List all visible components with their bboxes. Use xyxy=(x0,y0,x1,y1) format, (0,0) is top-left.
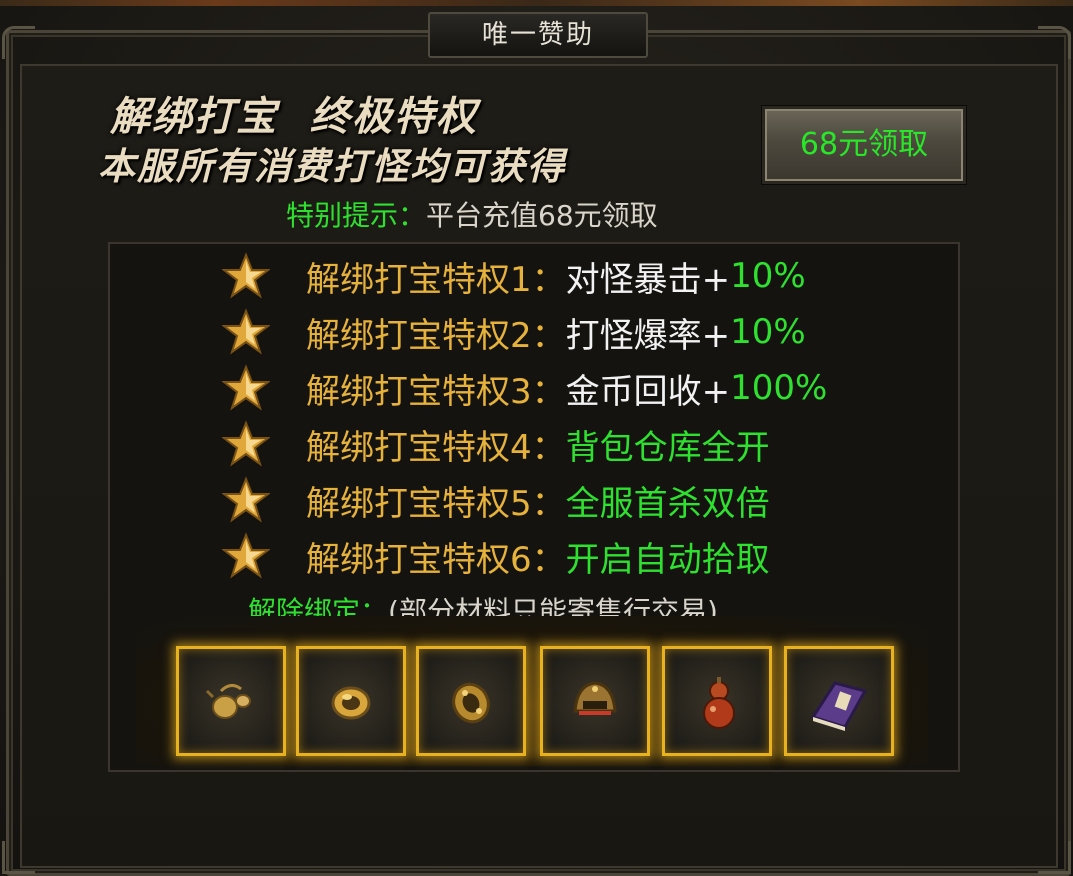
privilege-row: 解绑打宝特权1：对怪暴击+ 10% xyxy=(222,248,806,304)
star-icon xyxy=(222,364,270,411)
item-slot-gourd-charm[interactable] xyxy=(176,646,286,756)
privilege-colon: ： xyxy=(531,483,566,524)
star-icon xyxy=(222,420,270,467)
privilege-desc: 打怪爆率+ xyxy=(565,315,731,356)
privilege-desc: 对怪暴击+ xyxy=(565,259,731,300)
item-slot-gold-bracelet[interactable] xyxy=(416,646,526,756)
privilege-row: 解绑打宝特权3：金币回收+ 100% xyxy=(222,360,827,416)
corner-ornament xyxy=(2,26,35,59)
privilege-value: 背包仓库全开 xyxy=(565,427,770,468)
star-icon xyxy=(222,308,270,355)
star-icon xyxy=(222,252,270,299)
privilege-colon: ： xyxy=(531,315,566,356)
item-slot-red-gourd[interactable] xyxy=(662,646,772,756)
privilege-colon: ： xyxy=(531,539,566,580)
gold-bracelet-icon xyxy=(452,682,490,724)
window-title: 唯一赞助 xyxy=(428,12,648,58)
star-icon xyxy=(222,476,270,523)
privilege-label: 解绑打宝特权4 xyxy=(306,427,532,468)
privilege-row: 解绑打宝特权4：背包仓库全开 xyxy=(222,416,770,472)
tip-value: 平台充值68元领取 xyxy=(426,199,658,232)
special-tip: 特别提示：平台充值68元领取 xyxy=(286,194,658,234)
privilege-value: 10% xyxy=(730,256,806,296)
corner-ornament xyxy=(1038,26,1071,59)
banner-subline: 本服所有消费打怪均可获得 xyxy=(98,145,566,188)
star-icon xyxy=(222,532,270,579)
privilege-row: 解绑打宝特权6：开启自动拾取 xyxy=(222,528,770,584)
banner-headline: 解绑打宝 终极特权 xyxy=(110,94,478,140)
helmet-icon xyxy=(573,681,617,715)
privilege-label: 解绑打宝特权3 xyxy=(306,371,532,412)
privilege-colon: ： xyxy=(531,427,566,468)
privilege-colon: ： xyxy=(531,259,566,300)
privilege-value: 开启自动拾取 xyxy=(565,539,770,580)
claim-button[interactable]: 68元领取 xyxy=(762,106,966,184)
gold-ring-icon xyxy=(331,686,371,720)
item-slot-gold-ring[interactable] xyxy=(296,646,406,756)
privilege-colon: ： xyxy=(531,371,566,412)
privilege-label: 解绑打宝特权6 xyxy=(306,539,532,580)
item-slot-helmet[interactable] xyxy=(540,646,650,756)
privilege-value: 100% xyxy=(730,368,828,408)
privilege-value: 10% xyxy=(730,312,806,352)
skill-book-icon xyxy=(810,681,868,731)
privilege-row: 解绑打宝特权5：全服首杀双倍 xyxy=(222,472,770,528)
top-decor-strip xyxy=(0,0,1073,6)
privilege-label: 解绑打宝特权5 xyxy=(306,483,532,524)
privilege-label: 解绑打宝特权2 xyxy=(306,315,532,356)
privilege-label: 解绑打宝特权1 xyxy=(306,259,532,300)
tip-key: 特别提示： xyxy=(286,199,427,232)
item-slot-skill-book[interactable] xyxy=(784,646,894,756)
gourd-charm-icon xyxy=(205,684,251,719)
privilege-value: 全服首杀双倍 xyxy=(565,483,770,524)
privilege-row: 解绑打宝特权2：打怪爆率+ 10% xyxy=(222,304,806,360)
privilege-desc: 金币回收+ xyxy=(565,371,731,412)
red-gourd-icon xyxy=(703,677,735,729)
